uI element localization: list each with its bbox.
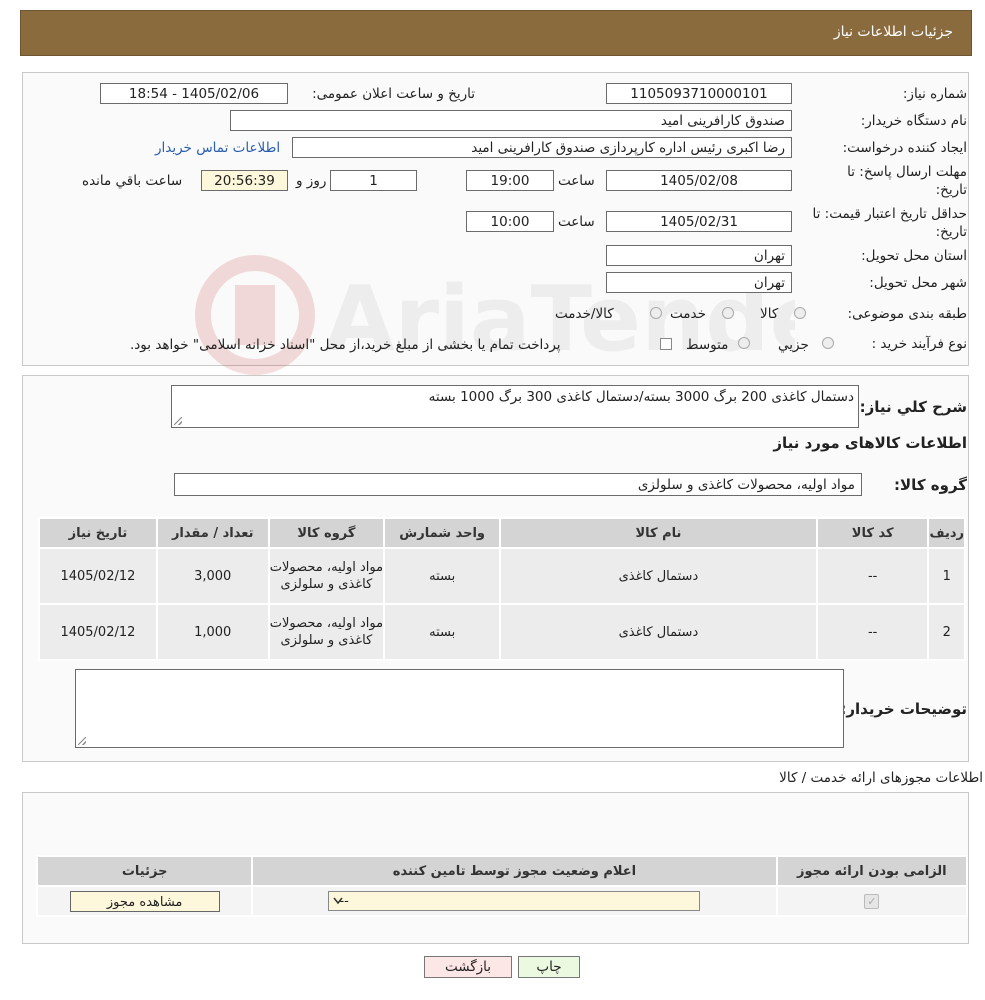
process-radio-minor[interactable] bbox=[822, 337, 834, 349]
col-permit-details: جزئیات bbox=[35, 855, 254, 887]
category-label: طبقه بندی موضوعی: bbox=[847, 306, 967, 322]
cell-permit-details: مشاهده مجوز bbox=[35, 885, 254, 917]
category-option-goods: کالا bbox=[760, 306, 779, 322]
chevron-down-icon bbox=[333, 897, 344, 905]
process-option-minor: جزیي bbox=[778, 337, 809, 353]
col-code: کد کالا bbox=[815, 517, 930, 549]
permit-required-checkbox[interactable]: ✓ bbox=[864, 893, 880, 909]
col-permit-required: الزامی بودن ارائه مجوز bbox=[775, 855, 969, 887]
col-permit-status: اعلام وضعیت مجوز توسط تامین کننده bbox=[251, 855, 778, 887]
process-note: پرداخت تمام یا بخشی از مبلغ خرید،از محل … bbox=[130, 337, 561, 353]
province-field: تهران bbox=[606, 245, 792, 266]
goods-group-label: گروه کالا: bbox=[894, 476, 967, 494]
table-row: 2 -- دستمال کاغذی بسته مواد اولیه، محصول… bbox=[38, 603, 966, 661]
table-row: 1 -- دستمال کاغذی بسته مواد اولیه، محصول… bbox=[38, 547, 966, 605]
process-radio-medium[interactable] bbox=[738, 337, 750, 349]
buyer-org-field: صندوق کارافرینی امید bbox=[230, 110, 792, 131]
resize-grip-icon[interactable] bbox=[174, 417, 182, 425]
cell-group: مواد اولیه، محصولات کاغذی و سلولزی bbox=[267, 547, 386, 605]
buyer-notes-textarea[interactable] bbox=[75, 669, 844, 748]
page-title: جزئیات اطلاعات نیاز bbox=[833, 24, 953, 40]
requester-field: رضا اکبری رئیس اداره کارپردازی صندوق کار… bbox=[292, 137, 792, 158]
price-time-label: ساعت bbox=[558, 214, 595, 230]
buyer-contact-link[interactable]: اطلاعات تماس خریدار bbox=[155, 140, 280, 156]
need-number-field: 1105093710000101 bbox=[606, 83, 792, 104]
category-radio-goods-service[interactable] bbox=[650, 307, 662, 319]
goods-group-field: مواد اولیه، محصولات کاغذی و سلولزی bbox=[174, 473, 862, 496]
cell-date: 1405/02/12 bbox=[38, 547, 158, 605]
need-number-label: شماره نیاز: bbox=[902, 86, 967, 102]
province-label: استان محل تحویل: bbox=[861, 248, 967, 264]
reply-deadline-label: مهلت ارسال پاسخ: تا تاریخ: bbox=[847, 164, 967, 198]
col-date: تاریخ نیاز bbox=[38, 517, 158, 549]
col-quantity: تعداد / مقدار bbox=[155, 517, 270, 549]
category-option-service: خدمت bbox=[670, 306, 706, 322]
buyer-org-label: نام دستگاه خریدار: bbox=[860, 113, 967, 129]
category-radio-goods[interactable] bbox=[794, 307, 806, 319]
permits-title: اطلاعات مجوزهای ارائه خدمت / کالا bbox=[779, 770, 983, 786]
reply-time-label: ساعت bbox=[558, 173, 595, 189]
category-radio-service[interactable] bbox=[722, 307, 734, 319]
announce-datetime-field: 1405/02/06 - 18:54 bbox=[100, 83, 288, 104]
days-label: روز و bbox=[296, 173, 327, 189]
cell-row: 1 bbox=[927, 547, 966, 605]
goods-info-title: اطلاعات کالاهای مورد نیاز bbox=[773, 434, 967, 452]
cell-permit-status: -- bbox=[251, 885, 778, 917]
col-unit: واحد شمارش bbox=[383, 517, 502, 549]
price-validity-label: حداقل تاريخ اعتبار قيمت: تا تاریخ: bbox=[812, 206, 967, 240]
print-button[interactable]: چاپ bbox=[518, 956, 580, 978]
process-option-medium: متوسط bbox=[686, 337, 729, 353]
resize-grip-icon[interactable] bbox=[78, 737, 86, 745]
days-field: 1 bbox=[330, 170, 417, 191]
permits-table: الزامی بودن ارائه مجوز اعلام وضعیت مجوز … bbox=[35, 855, 969, 917]
permits-table-header: الزامی بودن ارائه مجوز اعلام وضعیت مجوز … bbox=[35, 855, 969, 887]
cell-name: دستمال کاغذی bbox=[499, 547, 818, 605]
announce-label: تاریخ و ساعت اعلان عمومی: bbox=[312, 86, 475, 102]
goods-table-header: رديف کد کالا نام کالا واحد شمارش گروه کا… bbox=[38, 517, 966, 549]
cell-quantity: 1,000 bbox=[155, 603, 270, 661]
treasury-checkbox[interactable] bbox=[660, 338, 672, 350]
price-date-field: 1405/02/31 bbox=[606, 211, 792, 232]
city-label: شهر محل تحویل: bbox=[869, 275, 967, 291]
category-option-goods-service: کالا/خدمت bbox=[555, 306, 614, 322]
permit-status-select[interactable]: -- bbox=[328, 891, 701, 911]
cell-name: دستمال کاغذی bbox=[499, 603, 818, 661]
description-label: شرح کلي نياز: bbox=[859, 398, 967, 416]
cell-group: مواد اولیه، محصولات کاغذی و سلولزی bbox=[267, 603, 386, 661]
price-time-field: 10:00 bbox=[466, 211, 554, 232]
requester-label: ایجاد کننده درخواست: bbox=[842, 140, 967, 156]
city-field: تهران bbox=[606, 272, 792, 293]
back-button[interactable]: بازگشت bbox=[424, 956, 512, 978]
cell-permit-required: ✓ bbox=[775, 885, 969, 917]
reply-time-field: 19:00 bbox=[466, 170, 554, 191]
buyer-notes-label: توضیحات خریدار: bbox=[840, 700, 967, 718]
description-text: دستمال کاغذی 200 برگ 3000 بسته/دستمال کا… bbox=[428, 389, 854, 405]
cell-unit: بسته bbox=[383, 547, 502, 605]
process-label: نوع فرآیند خرید : bbox=[871, 336, 967, 352]
reply-date-field: 1405/02/08 bbox=[606, 170, 792, 191]
cell-code: -- bbox=[815, 603, 930, 661]
col-row: رديف bbox=[927, 517, 966, 549]
table-row: ✓ -- مشاهده مجوز bbox=[35, 885, 969, 917]
cell-code: -- bbox=[815, 547, 930, 605]
cell-quantity: 3,000 bbox=[155, 547, 270, 605]
col-name: نام کالا bbox=[499, 517, 818, 549]
remaining-label: ساعت باقي مانده bbox=[82, 173, 183, 189]
cell-unit: بسته bbox=[383, 603, 502, 661]
description-textarea[interactable]: دستمال کاغذی 200 برگ 3000 بسته/دستمال کا… bbox=[171, 385, 859, 428]
remaining-time-field: 20:56:39 bbox=[201, 170, 288, 191]
cell-date: 1405/02/12 bbox=[38, 603, 158, 661]
cell-row: 2 bbox=[927, 603, 966, 661]
goods-table: رديف کد کالا نام کالا واحد شمارش گروه کا… bbox=[38, 517, 966, 661]
page-header: جزئیات اطلاعات نیاز bbox=[20, 10, 972, 56]
view-permit-button[interactable]: مشاهده مجوز bbox=[69, 890, 220, 912]
col-group: گروه کالا bbox=[267, 517, 386, 549]
